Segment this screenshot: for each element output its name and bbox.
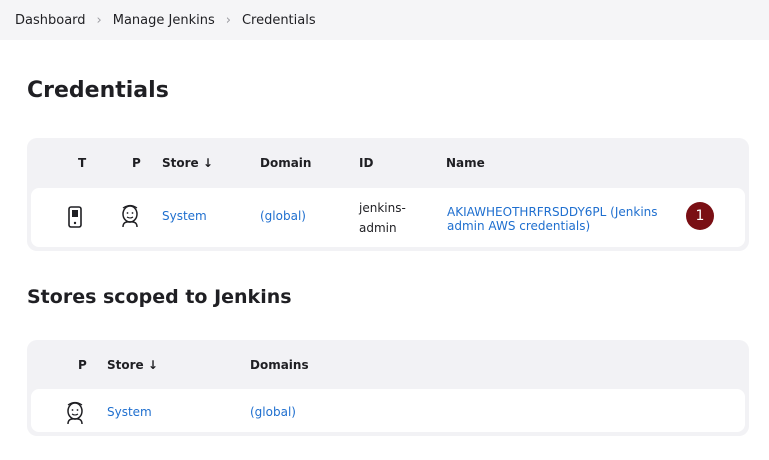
jenkins-butler-icon	[122, 204, 138, 228]
domains-link[interactable]: (global)	[250, 405, 296, 419]
column-header-provider[interactable]: P	[132, 156, 141, 170]
annotation-badge: 1	[686, 202, 714, 230]
breadcrumb-dashboard[interactable]: Dashboard	[15, 13, 86, 28]
breadcrumb-manage-jenkins[interactable]: Manage Jenkins	[113, 13, 215, 28]
store-link[interactable]: System	[162, 209, 207, 223]
stores-section-title: Stores scoped to Jenkins	[27, 286, 292, 308]
breadcrumb-credentials[interactable]: Credentials	[242, 13, 316, 28]
table-row: System (global) jenkins- admin AKIAWHEOT…	[31, 188, 745, 247]
jenkins-butler-icon	[67, 401, 83, 425]
store-link[interactable]: System	[107, 405, 152, 419]
credential-id-line: admin	[359, 221, 397, 235]
column-header-store[interactable]: Store ↓	[107, 358, 158, 372]
column-header-provider[interactable]: P	[78, 358, 87, 372]
domain-link[interactable]: (global)	[260, 209, 306, 223]
column-header-store[interactable]: Store ↓	[162, 156, 213, 170]
breadcrumb-separator-icon: ›	[96, 12, 102, 28]
breadcrumb-separator-icon: ›	[225, 12, 231, 28]
column-header-id[interactable]: ID	[359, 156, 373, 170]
page-title: Credentials	[27, 78, 169, 103]
column-header-domain[interactable]: Domain	[260, 156, 311, 170]
credential-name-link[interactable]: AKIAWHEOTHRFRSDDY6PL (Jenkins admin AWS …	[447, 205, 697, 233]
credential-id-line: jenkins-	[359, 201, 406, 215]
mobile-phone-icon	[68, 206, 82, 228]
column-header-name[interactable]: Name	[446, 156, 485, 170]
stores-table: P Store ↓ Domains System (global)	[27, 340, 749, 436]
breadcrumb: Dashboard › Manage Jenkins › Credentials	[0, 0, 769, 40]
column-header-type[interactable]: T	[78, 156, 86, 170]
column-header-domains[interactable]: Domains	[250, 358, 309, 372]
credential-id: jenkins- admin	[359, 198, 406, 238]
table-row: System (global)	[31, 389, 745, 432]
credentials-table: T P Store ↓ Domain ID Name System (globa…	[27, 138, 749, 251]
